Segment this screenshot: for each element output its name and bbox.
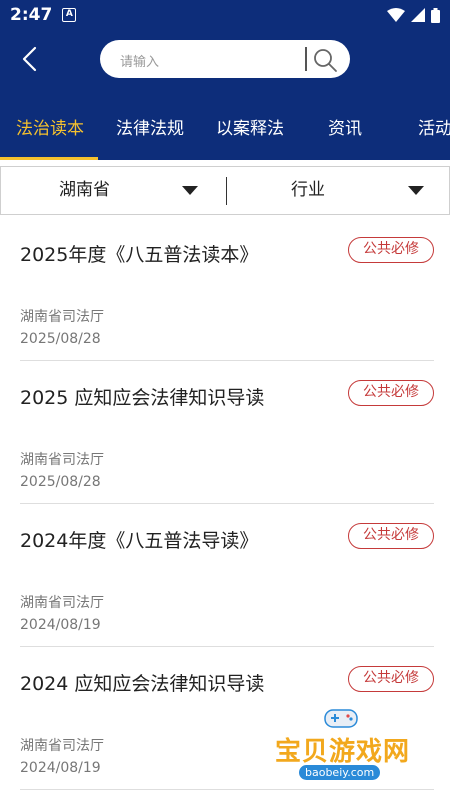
search-box[interactable]: 请输入 [100,40,350,78]
list-item[interactable]: 2025年度《八五普法读本》 公共必修 湖南省司法厅 2025/08/28 [0,218,450,361]
article-date: 2024/08/19 [20,617,101,633]
list-item[interactable]: 2025 应知应会法律知识导读 公共必修 湖南省司法厅 2025/08/28 [0,361,450,504]
tab-label: 活动 [418,119,450,139]
region-filter-label: 湖南省 [59,180,110,200]
article-title: 2024年度《八五普法导读》 [20,530,259,552]
status-icons [387,7,440,23]
article-title: 2024 应知应会法律知识导读 [20,673,265,695]
tab-zixun[interactable]: 资讯 [328,100,362,160]
status-badge: 公共必修 [348,237,434,263]
article-date: 2025/08/28 [20,474,101,490]
article-source: 湖南省司法厅 [20,595,104,611]
article-source: 湖南省司法厅 [20,309,104,325]
header: 请输入 [0,30,450,88]
back-arrow-icon[interactable] [16,42,46,76]
tab-huodong[interactable]: 活动 [418,100,450,160]
category-filter-label: 行业 [291,180,325,200]
active-tab-indicator [0,157,98,160]
tab-label: 法律法规 [116,119,184,139]
divider [20,789,434,790]
article-date: 2024/08/19 [20,760,101,776]
tab-label: 以案释法 [216,119,284,139]
watermark: 宝贝游戏网 baobeiy.com [275,705,425,785]
tab-fazhi-duben[interactable]: 法治读本 [0,100,98,160]
search-input[interactable]: 请输入 [120,51,159,70]
search-icon[interactable] [312,47,338,73]
status-time: 2:47 [10,5,53,25]
article-title: 2025 应知应会法律知识导读 [20,387,265,409]
tab-label: 法治读本 [16,119,84,139]
status-badge: 公共必修 [348,380,434,406]
region-filter[interactable]: 湖南省 [1,167,225,214]
filter-bar: 湖南省 行业 [0,166,450,215]
search-divider [305,47,307,71]
notification-icon: A [62,8,77,22]
status-badge: 公共必修 [348,523,434,549]
article-source: 湖南省司法厅 [20,452,104,468]
tab-bar: 法治读本 法律法规 以案释法 资讯 活动 [0,100,450,160]
article-source: 湖南省司法厅 [20,738,104,754]
article-date: 2025/08/28 [20,331,101,347]
signal-icon [411,8,425,22]
tab-falv-fagui[interactable]: 法律法规 [116,100,184,160]
battery-icon [431,7,440,23]
tab-label: 资讯 [328,119,362,139]
watermark-text: 宝贝游戏网 [275,737,411,767]
top-bar: 2:47 A 请输入 [0,0,450,100]
tab-yian-shifa[interactable]: 以案释法 [216,100,284,160]
status-badge: 公共必修 [348,666,434,692]
chevron-down-icon [408,186,424,195]
status-bar: 2:47 A [0,0,450,30]
wifi-icon [387,8,405,22]
list-item[interactable]: 2024年度《八五普法导读》 公共必修 湖南省司法厅 2024/08/19 [0,504,450,647]
watermark-url: baobeiy.com [299,765,381,780]
chevron-down-icon [182,186,198,195]
article-title: 2025年度《八五普法读本》 [20,244,259,266]
category-filter[interactable]: 行业 [227,167,449,214]
gamepad-icon [324,709,358,728]
